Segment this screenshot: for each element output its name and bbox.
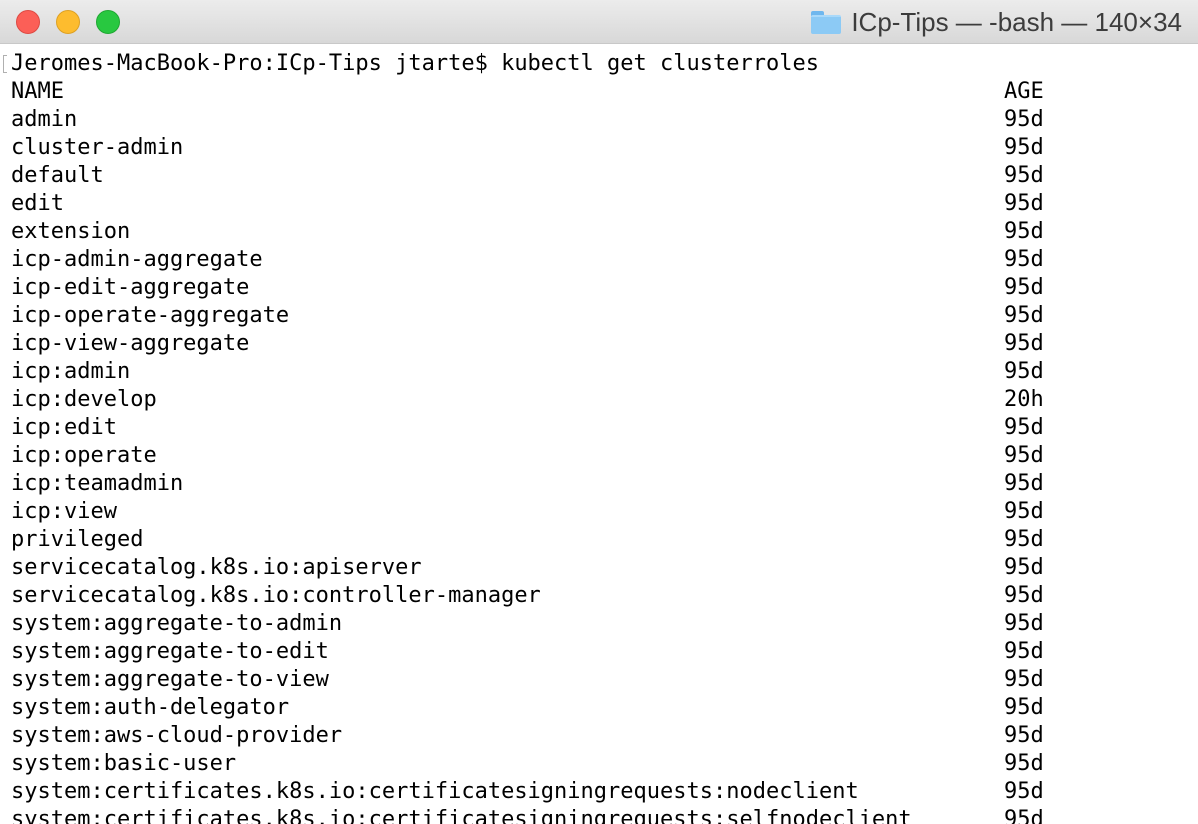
role-name: icp-edit-aggregate xyxy=(11,275,250,300)
table-row: system:basic-user 95d xyxy=(0,750,1198,778)
table-row: cluster-admin 95d xyxy=(0,134,1198,162)
role-age: 95d xyxy=(1004,275,1044,300)
scrollbar[interactable] xyxy=(1186,44,1198,824)
role-age: 95d xyxy=(1004,499,1044,524)
role-name: icp:view xyxy=(11,499,117,524)
role-name: icp-operate-aggregate xyxy=(11,303,290,328)
table-row: system:certificates.k8s.io:certificatesi… xyxy=(0,806,1198,824)
table-row: privileged 95d xyxy=(0,526,1198,554)
table-row: system:aws-cloud-provider 95d xyxy=(0,722,1198,750)
role-name: icp:edit xyxy=(11,415,117,440)
role-name: system:aws-cloud-provider xyxy=(11,723,343,748)
role-age: 95d xyxy=(1004,807,1044,824)
table-row: edit 95d xyxy=(0,190,1198,218)
role-name: cluster-admin xyxy=(11,135,184,160)
role-age: 95d xyxy=(1004,135,1044,160)
role-name: system:certificates.k8s.io:certificatesi… xyxy=(11,779,859,804)
table-row: extension 95d xyxy=(0,218,1198,246)
role-age: 95d xyxy=(1004,471,1044,496)
role-name: icp:develop xyxy=(11,387,157,412)
close-button[interactable] xyxy=(16,10,40,34)
role-name: edit xyxy=(11,191,64,216)
table-row: admin 95d xyxy=(0,106,1198,134)
minimize-button[interactable] xyxy=(56,10,80,34)
table-row: icp-admin-aggregate 95d xyxy=(0,246,1198,274)
role-age: 95d xyxy=(1004,191,1044,216)
table-row: icp:edit 95d xyxy=(0,414,1198,442)
table-header: NAME AGE xyxy=(0,78,1198,106)
role-age: 95d xyxy=(1004,667,1044,692)
role-name: system:certificates.k8s.io:certificatesi… xyxy=(11,807,912,824)
role-age: 95d xyxy=(1004,695,1044,720)
role-name: system:aggregate-to-view xyxy=(11,667,329,692)
role-name: servicecatalog.k8s.io:controller-manager xyxy=(11,583,541,608)
table-row: system:aggregate-to-admin 95d xyxy=(0,610,1198,638)
table-row: icp-operate-aggregate 95d xyxy=(0,302,1198,330)
command-prompt: Jeromes-MacBook-Pro:ICp-Tips jtarte$ kub… xyxy=(11,51,819,76)
role-name: default xyxy=(11,163,104,188)
role-name: system:aggregate-to-edit xyxy=(11,639,329,664)
role-age: 95d xyxy=(1004,415,1044,440)
role-name: icp-admin-aggregate xyxy=(11,247,263,272)
role-name: privileged xyxy=(11,527,144,552)
terminal-window: ICp-Tips — -bash — 140×34 Jeromes-MacBoo… xyxy=(0,0,1198,824)
role-name: system:aggregate-to-admin xyxy=(11,611,343,636)
table-row: icp-edit-aggregate 95d xyxy=(0,274,1198,302)
window-title-group: ICp-Tips — -bash — 140×34 xyxy=(811,6,1182,38)
role-age: 95d xyxy=(1004,611,1044,636)
role-age: 95d xyxy=(1004,443,1044,468)
role-name: system:basic-user xyxy=(11,751,237,776)
table-row: system:certificates.k8s.io:certificatesi… xyxy=(0,778,1198,806)
role-age: 95d xyxy=(1004,247,1044,272)
role-name: icp:admin xyxy=(11,359,131,384)
prompt-line: Jeromes-MacBook-Pro:ICp-Tips jtarte$ kub… xyxy=(0,50,1198,78)
table-row: default 95d xyxy=(0,162,1198,190)
role-age: 20h xyxy=(1004,387,1044,412)
table-row: servicecatalog.k8s.io:apiserver 95d xyxy=(0,554,1198,582)
role-name: icp:operate xyxy=(11,443,157,468)
table-row: icp:operate 95d xyxy=(0,442,1198,470)
role-age: 95d xyxy=(1004,779,1044,804)
header-age: AGE xyxy=(1004,79,1044,104)
role-name: servicecatalog.k8s.io:apiserver xyxy=(11,555,422,580)
role-age: 95d xyxy=(1004,163,1044,188)
table-row: icp:admin 95d xyxy=(0,358,1198,386)
terminal-output[interactable]: Jeromes-MacBook-Pro:ICp-Tips jtarte$ kub… xyxy=(0,50,1198,824)
table-row: icp:view 95d xyxy=(0,498,1198,526)
role-age: 95d xyxy=(1004,359,1044,384)
role-age: 95d xyxy=(1004,107,1044,132)
role-age: 95d xyxy=(1004,639,1044,664)
table-row: system:aggregate-to-edit 95d xyxy=(0,638,1198,666)
table-row: icp:teamadmin 95d xyxy=(0,470,1198,498)
table-row: system:auth-delegator 95d xyxy=(0,694,1198,722)
mark-bracket-icon xyxy=(3,55,7,73)
role-age: 95d xyxy=(1004,555,1044,580)
title-bar[interactable]: ICp-Tips — -bash — 140×34 xyxy=(0,0,1198,44)
role-age: 95d xyxy=(1004,331,1044,356)
role-age: 95d xyxy=(1004,303,1044,328)
table-row: servicecatalog.k8s.io:controller-manager… xyxy=(0,582,1198,610)
role-age: 95d xyxy=(1004,723,1044,748)
window-title: ICp-Tips — -bash — 140×34 xyxy=(851,6,1182,37)
table-row: icp-view-aggregate 95d xyxy=(0,330,1198,358)
role-name: icp-view-aggregate xyxy=(11,331,250,356)
role-name: extension xyxy=(11,219,131,244)
header-name: NAME xyxy=(11,79,64,104)
role-age: 95d xyxy=(1004,583,1044,608)
role-age: 95d xyxy=(1004,751,1044,776)
role-name: system:auth-delegator xyxy=(11,695,290,720)
role-age: 95d xyxy=(1004,219,1044,244)
table-row: icp:develop 20h xyxy=(0,386,1198,414)
zoom-button[interactable] xyxy=(96,10,120,34)
folder-icon xyxy=(811,10,842,34)
role-age: 95d xyxy=(1004,527,1044,552)
role-name: admin xyxy=(11,107,78,132)
table-row: system:aggregate-to-view 95d xyxy=(0,666,1198,694)
role-name: icp:teamadmin xyxy=(11,471,184,496)
